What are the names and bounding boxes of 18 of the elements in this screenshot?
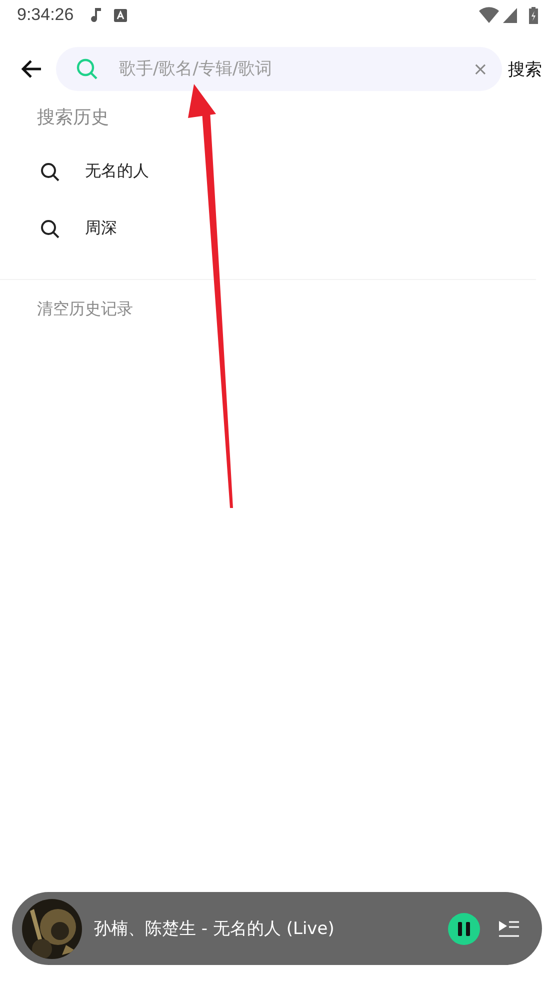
battery-icon xyxy=(529,6,538,24)
section-title: 搜索历史 xyxy=(37,106,110,129)
back-arrow-icon[interactable] xyxy=(20,59,42,79)
search-button[interactable]: 搜索 xyxy=(508,58,542,80)
pause-button[interactable] xyxy=(448,912,480,944)
clear-history-link[interactable]: 清空历史记录 xyxy=(0,280,554,320)
history-item[interactable]: 周深 xyxy=(85,218,117,239)
keyboard-icon xyxy=(114,8,127,22)
music-note-icon xyxy=(90,7,102,23)
wifi-icon xyxy=(479,7,499,23)
signal-icon xyxy=(503,7,517,23)
track-title: 孙楠、陈楚生 - 无名的人 (Live) xyxy=(94,918,336,940)
search-icon xyxy=(40,218,60,238)
playlist-icon[interactable] xyxy=(498,918,520,938)
status-time: 9:34:26 xyxy=(17,5,74,25)
search-icon xyxy=(40,162,60,182)
search-icon xyxy=(76,58,98,80)
history-item[interactable]: 无名的人 xyxy=(85,161,149,182)
